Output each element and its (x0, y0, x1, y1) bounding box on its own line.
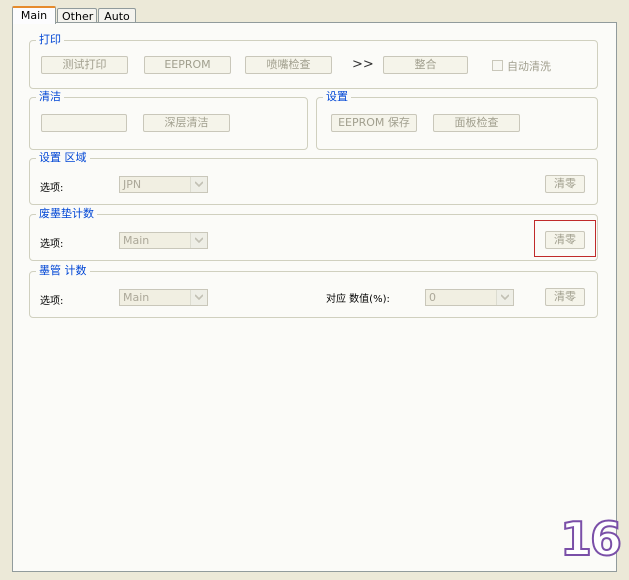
tab-auto[interactable]: Auto (98, 8, 136, 23)
ink-select-label: 选项: (40, 296, 64, 307)
auto-clean-checkbox[interactable] (492, 60, 503, 71)
settings-group-title: 设置 (323, 90, 351, 104)
tab-other[interactable]: Other (57, 8, 97, 23)
print-group-title: 打印 (36, 33, 64, 47)
region-group: 设置 区域 选项: JPN 清零 (29, 151, 598, 205)
blank-button[interactable] (41, 114, 127, 132)
step-number-badge: 16 (559, 512, 623, 566)
settings-group: 设置 EEPROM 保存 面板检查 (316, 90, 598, 150)
clean-group-title: 清洁 (36, 90, 64, 104)
auto-clean-label: 自动清洗 (507, 60, 551, 73)
value-select[interactable]: 0 (425, 289, 514, 306)
value-select-value: 0 (429, 291, 436, 304)
waste-select[interactable]: Main (119, 232, 208, 249)
align-button[interactable]: 整合 (383, 56, 468, 74)
region-reset-button[interactable]: 清零 (545, 175, 585, 193)
eeprom-save-button[interactable]: EEPROM 保存 (331, 114, 417, 132)
tab-main-label: Main (20, 9, 48, 22)
waste-ink-group: 废墨垫计数 选项: Main 清零 (29, 207, 598, 261)
deep-clean-button[interactable]: 深层清洁 (143, 114, 230, 132)
waste-ink-group-title: 废墨垫计数 (36, 207, 97, 221)
ink-tube-group: 墨管 计数 选项: Main 对应 数值(%): 0 清零 (29, 264, 598, 318)
waste-select-value: Main (123, 234, 150, 247)
panel-check-button[interactable]: 面板检查 (433, 114, 520, 132)
chevron-down-icon (496, 290, 513, 305)
waste-select-label: 选项: (40, 239, 64, 250)
chevron-down-icon (190, 177, 207, 192)
region-select-label: 选项: (40, 183, 64, 194)
nozzle-check-button[interactable]: 喷嘴检查 (245, 56, 332, 74)
tab-main[interactable]: Main (12, 6, 56, 24)
value-label: 对应 数值(%): (326, 294, 390, 305)
ink-select-value: Main (123, 291, 150, 304)
main-panel: 打印 测试打印 EEPROM 喷嘴检查 >> 整合 自动清洗 清洁 深层清洁 设… (12, 22, 617, 572)
test-print-button[interactable]: 测试打印 (41, 56, 128, 74)
eeprom-button[interactable]: EEPROM (144, 56, 231, 74)
arrow-indicator: >> (352, 57, 374, 72)
chevron-down-icon (190, 233, 207, 248)
ink-tube-group-title: 墨管 计数 (36, 264, 90, 278)
clean-group: 清洁 深层清洁 (29, 90, 308, 150)
chevron-down-icon (190, 290, 207, 305)
highlight-box (534, 220, 596, 257)
region-group-title: 设置 区域 (36, 151, 90, 165)
region-select[interactable]: JPN (119, 176, 208, 193)
print-group: 打印 测试打印 EEPROM 喷嘴检查 >> 整合 自动清洗 (29, 33, 598, 89)
region-select-value: JPN (123, 178, 142, 191)
ink-select[interactable]: Main (119, 289, 208, 306)
ink-reset-button[interactable]: 清零 (545, 288, 585, 306)
